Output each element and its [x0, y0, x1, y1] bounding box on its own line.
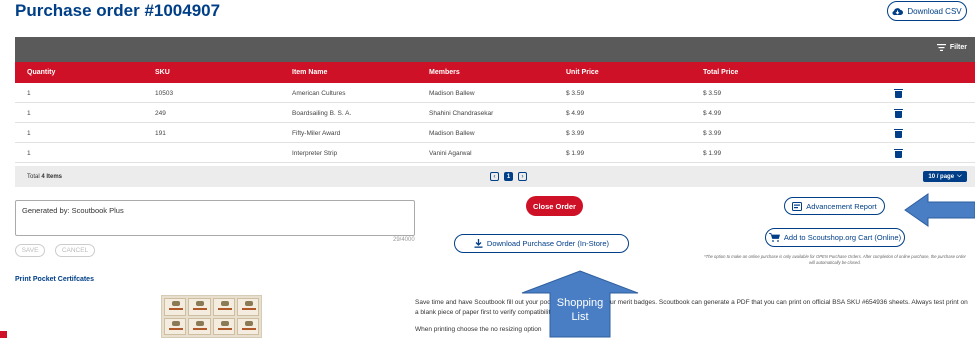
cell-item-name: Boardsailing B. S. A. [292, 109, 352, 117]
page-number-button[interactable]: 1 [504, 172, 513, 181]
column-header-sku[interactable]: SKU [155, 62, 170, 83]
online-purchase-note: *The option to make an online purchase i… [704, 254, 966, 265]
cell-sku: 249 [155, 109, 166, 117]
table-toolbar: Filter [15, 37, 975, 62]
notes-char-counter: 29/4000 [393, 237, 415, 243]
download-csv-button[interactable]: Download CSV [887, 1, 967, 21]
next-page-button[interactable]: › [518, 172, 527, 181]
close-order-button[interactable]: Close Order [526, 196, 583, 216]
cell-member: Shahini Chandrasekar [429, 109, 494, 117]
save-button[interactable]: SAVE [15, 244, 45, 257]
certificate-thumbnail [164, 317, 187, 335]
pagination: ‹ 1 › [490, 172, 527, 181]
total-prefix: Total [27, 173, 42, 180]
report-icon [792, 201, 803, 211]
table-row: 1 10503 American Cultures Madison Ballew… [15, 84, 975, 103]
cell-unit-price: $ 4.99 [566, 109, 585, 117]
table-row: 1 Interpreter Strip Vanini Agarwal $ 1.9… [15, 144, 975, 163]
page-title: Purchase order #1004907 [15, 1, 221, 20]
column-header-members[interactable]: Members [429, 62, 460, 83]
filter-button[interactable]: Filter [936, 44, 967, 51]
certificate-thumbnail [212, 298, 235, 316]
cell-unit-price: $ 3.59 [566, 89, 585, 97]
cell-quantity: 1 [27, 149, 31, 157]
certificate-sheet-preview [161, 295, 262, 338]
filter-label: Filter [949, 44, 967, 51]
callout-line-2: List [571, 311, 589, 324]
trash-icon [894, 128, 903, 138]
cell-quantity: 1 [27, 109, 31, 117]
download-po-label: Download Purchase Order (In-Store) [486, 239, 610, 248]
delete-row-button[interactable] [894, 124, 903, 142]
section-heading: Print Pocket Certifcates [15, 276, 94, 283]
column-header-unit-price[interactable]: Unit Price [566, 62, 599, 83]
download-icon [474, 239, 483, 248]
certificate-thumbnail [188, 317, 211, 335]
table-row: 1 249 Boardsailing B. S. A. Shahini Chan… [15, 104, 975, 123]
certificates-description: Save time and have Scoutbook fill out yo… [415, 299, 968, 317]
trash-icon [894, 148, 903, 158]
cancel-button[interactable]: CANCEL [55, 244, 95, 257]
cell-total-price: $ 3.99 [703, 129, 722, 137]
cell-item-name: Fifty-Miler Award [292, 129, 341, 137]
cell-unit-price: $ 3.99 [566, 129, 585, 137]
download-purchase-order-button[interactable]: Download Purchase Order (In-Store) [454, 234, 629, 253]
cell-sku: 191 [155, 129, 166, 137]
cloud-download-icon [892, 7, 904, 15]
total-items: Total 4 Items [27, 166, 62, 187]
shopping-list-callout: Shopping List [550, 296, 610, 325]
advancement-report-button[interactable]: Advancement Report [784, 197, 885, 215]
cell-item-name: American Cultures [292, 89, 346, 97]
delete-row-button[interactable] [894, 144, 903, 162]
column-header-item-name[interactable]: Item Name [292, 62, 327, 83]
delete-row-button[interactable] [894, 104, 903, 122]
page-size-label: 10 / page [928, 173, 955, 180]
trash-icon [894, 88, 903, 98]
certificate-thumbnail [236, 298, 259, 316]
cell-quantity: 1 [27, 129, 31, 137]
cell-item-name: Interpreter Strip [292, 149, 338, 157]
cell-total-price: $ 4.99 [703, 109, 722, 117]
certificate-thumbnail [212, 317, 235, 335]
cell-unit-price: $ 1.99 [566, 149, 585, 157]
cell-member: Madison Ballew [429, 129, 475, 137]
cart-icon [768, 233, 780, 242]
table-footer: Total 4 Items ‹ 1 › 10 / page ⌵ [15, 166, 975, 187]
certificate-thumbnail [188, 298, 211, 316]
delete-row-button[interactable] [894, 84, 903, 102]
total-count: 4 Items [41, 173, 63, 180]
table-header: Quantity SKU Item Name Members Unit Pric… [15, 62, 975, 83]
download-csv-label: Download CSV [907, 6, 962, 16]
certificate-thumbnail [236, 317, 259, 335]
page-size-select[interactable]: 10 / page ⌵ [923, 171, 967, 182]
advancement-report-label: Advancement Report [806, 201, 877, 211]
add-to-cart-button[interactable]: Add to Scoutshop.org Cart (Online) [765, 228, 905, 247]
red-corner-marker [0, 331, 7, 338]
cell-quantity: 1 [27, 89, 31, 97]
callout-line-1: Shopping [556, 297, 604, 309]
trash-icon [894, 108, 903, 118]
notes-textarea[interactable]: Generated by: Scoutbook Plus [15, 200, 415, 236]
advancement-report-callout-arrow [904, 193, 975, 227]
chevron-down-icon: ⌵ [957, 173, 962, 179]
add-to-cart-label: Add to Scoutshop.org Cart (Online) [783, 233, 902, 242]
cell-total-price: $ 3.59 [703, 89, 722, 97]
column-header-quantity[interactable]: Quantity [27, 62, 55, 83]
filter-icon [936, 44, 946, 51]
table-row: 1 191 Fifty-Miler Award Madison Ballew $… [15, 124, 975, 143]
cell-total-price: $ 1.99 [703, 149, 722, 157]
cell-member: Vanini Agarwal [429, 149, 472, 157]
cell-sku: 10503 [155, 89, 174, 97]
prev-page-button[interactable]: ‹ [490, 172, 499, 181]
certificate-thumbnail [164, 298, 187, 316]
column-header-total-price[interactable]: Total Price [703, 62, 738, 83]
cell-member: Madison Ballew [429, 89, 475, 97]
